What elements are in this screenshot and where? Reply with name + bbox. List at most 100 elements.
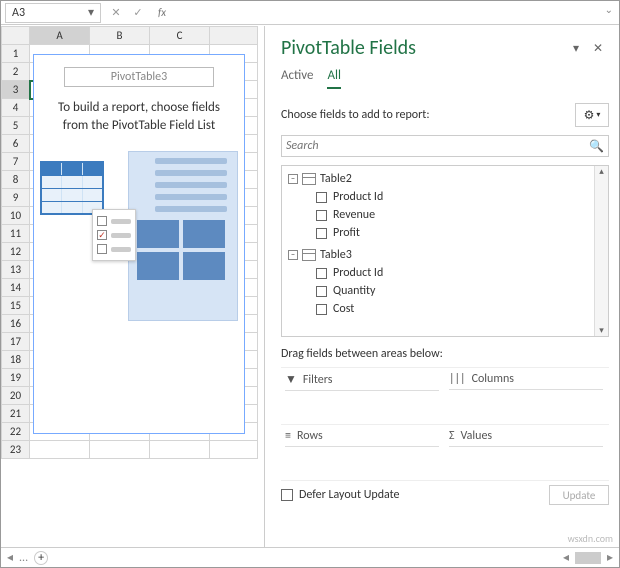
sheet-nav-first-icon[interactable]: ◂	[7, 550, 13, 565]
chevron-down-icon[interactable]: ▾	[88, 5, 94, 20]
collapse-icon[interactable]: −	[288, 250, 298, 260]
field-item[interactable]: Cost	[316, 300, 604, 318]
area-label: Values	[461, 429, 493, 443]
scroll-up-icon[interactable]: ▴	[599, 166, 604, 177]
defer-checkbox[interactable]	[281, 489, 293, 501]
gear-icon: ⚙	[584, 108, 595, 123]
checkbox[interactable]	[316, 228, 327, 239]
scroll-down-icon[interactable]: ▾	[599, 325, 604, 336]
row-header[interactable]: 17	[2, 333, 30, 351]
row-header[interactable]: 16	[2, 315, 30, 333]
columns-icon: |||	[449, 372, 466, 386]
row-header[interactable]: 8	[2, 171, 30, 189]
checkbox[interactable]	[316, 192, 327, 203]
field-label: Quantity	[333, 284, 375, 298]
tab-all[interactable]: All	[327, 68, 341, 89]
row-header[interactable]: 19	[2, 369, 30, 387]
values-area[interactable]: ΣValues	[445, 425, 609, 481]
field-label: Product Id	[333, 266, 383, 280]
row-header[interactable]: 14	[2, 279, 30, 297]
checkbox[interactable]	[316, 210, 327, 221]
area-label: Rows	[297, 429, 323, 443]
field-label: Cost	[333, 302, 354, 316]
row-header[interactable]: 18	[2, 351, 30, 369]
layout-areas: ▼ Filters ||| Columns ≡Rows ΣValues	[281, 367, 609, 479]
scrollbar[interactable]: ▴▾	[594, 166, 608, 336]
row-header[interactable]: 1	[2, 45, 30, 63]
tools-button[interactable]: ⚙▾	[575, 103, 609, 127]
row-header[interactable]: 3	[2, 81, 30, 99]
col-header-b[interactable]: B	[90, 27, 150, 45]
row-header[interactable]: 5	[2, 117, 30, 135]
table-node[interactable]: − Table3	[288, 246, 604, 264]
field-item[interactable]: Product Id	[316, 264, 604, 282]
formula-bar: A3 ▾ ✕ ✓ fx ⌄	[1, 1, 619, 25]
row-header[interactable]: 7	[2, 153, 30, 171]
row-header[interactable]: 13	[2, 261, 30, 279]
tab-active[interactable]: Active	[281, 68, 313, 89]
field-item[interactable]: Revenue	[316, 206, 604, 224]
expand-formula-bar-icon[interactable]: ⌄	[605, 3, 613, 16]
filters-area[interactable]: ▼ Filters	[281, 368, 445, 425]
choose-fields-label: Choose fields to add to report:	[281, 108, 569, 122]
chevron-down-icon: ▾	[596, 110, 600, 120]
row-header[interactable]: 10	[2, 207, 30, 225]
field-search[interactable]: 🔍	[281, 135, 609, 157]
name-box[interactable]: A3 ▾	[5, 3, 101, 23]
search-icon[interactable]: 🔍	[589, 139, 604, 154]
accept-formula-icon: ✓	[127, 6, 149, 19]
row-header[interactable]: 21	[2, 405, 30, 423]
field-item[interactable]: Profit	[316, 224, 604, 242]
filter-icon: ▼	[285, 372, 297, 387]
table-name: Table3	[320, 248, 352, 262]
rows-area[interactable]: ≡Rows	[281, 425, 445, 481]
fx-button[interactable]: fx	[149, 6, 171, 19]
hscroll-right-icon[interactable]: ▸	[607, 550, 613, 565]
col-header-a[interactable]: A	[30, 27, 90, 45]
row-header[interactable]: 22	[2, 423, 30, 441]
pivottable-placeholder[interactable]: PivotTable3 To build a report, choose fi…	[33, 54, 245, 434]
collapse-icon[interactable]: −	[288, 174, 298, 184]
checkbox[interactable]	[316, 304, 327, 315]
row-header[interactable]: 11	[2, 225, 30, 243]
field-item[interactable]: Quantity	[316, 282, 604, 300]
row-header[interactable]: 9	[2, 189, 30, 207]
field-list-tabs: Active All	[281, 68, 609, 89]
table-icon	[302, 249, 316, 261]
columns-area[interactable]: ||| Columns	[445, 368, 609, 425]
table-icon	[302, 173, 316, 185]
col-header[interactable]	[210, 27, 258, 45]
new-sheet-icon[interactable]: +	[34, 551, 48, 565]
close-icon[interactable]: ✕	[587, 41, 609, 56]
hscroll-left-icon[interactable]: ◂	[563, 550, 569, 565]
name-box-value: A3	[12, 6, 25, 20]
drag-instructions: Drag fields between areas below:	[281, 347, 609, 361]
field-item[interactable]: Product Id	[316, 188, 604, 206]
select-all-corner[interactable]	[2, 27, 30, 45]
pivottable-illustration: ✓	[34, 151, 244, 331]
row-header[interactable]: 15	[2, 297, 30, 315]
row-header[interactable]: 6	[2, 135, 30, 153]
row-header[interactable]: 4	[2, 99, 30, 117]
sheet-nav-prev-icon[interactable]: ...	[19, 551, 28, 565]
area-label: Filters	[303, 373, 333, 387]
hscroll-thumb[interactable]	[575, 552, 601, 564]
row-header[interactable]: 23	[2, 441, 30, 459]
col-header-c[interactable]: C	[150, 27, 210, 45]
worksheet[interactable]: A B C 1 2 3 4 5 6 7 8 9 10 11 12 13 14 1…	[1, 26, 265, 547]
checkbox[interactable]	[316, 286, 327, 297]
area-label: Columns	[472, 372, 514, 386]
checkbox[interactable]	[316, 268, 327, 279]
search-input[interactable]	[286, 139, 589, 153]
update-button: Update	[549, 485, 609, 505]
row-header[interactable]: 2	[2, 63, 30, 81]
pane-options-icon[interactable]: ▾	[565, 41, 587, 56]
pane-title: PivotTable Fields	[281, 36, 565, 60]
cancel-formula-icon: ✕	[105, 6, 127, 19]
table-node[interactable]: −Table2	[288, 170, 604, 188]
pivottable-fields-pane: PivotTable Fields ▾ ✕ Active All Choose …	[267, 26, 619, 547]
field-label: Product Id	[333, 190, 383, 204]
row-header[interactable]: 20	[2, 387, 30, 405]
fx-label: fx	[158, 6, 166, 19]
row-header[interactable]: 12	[2, 243, 30, 261]
